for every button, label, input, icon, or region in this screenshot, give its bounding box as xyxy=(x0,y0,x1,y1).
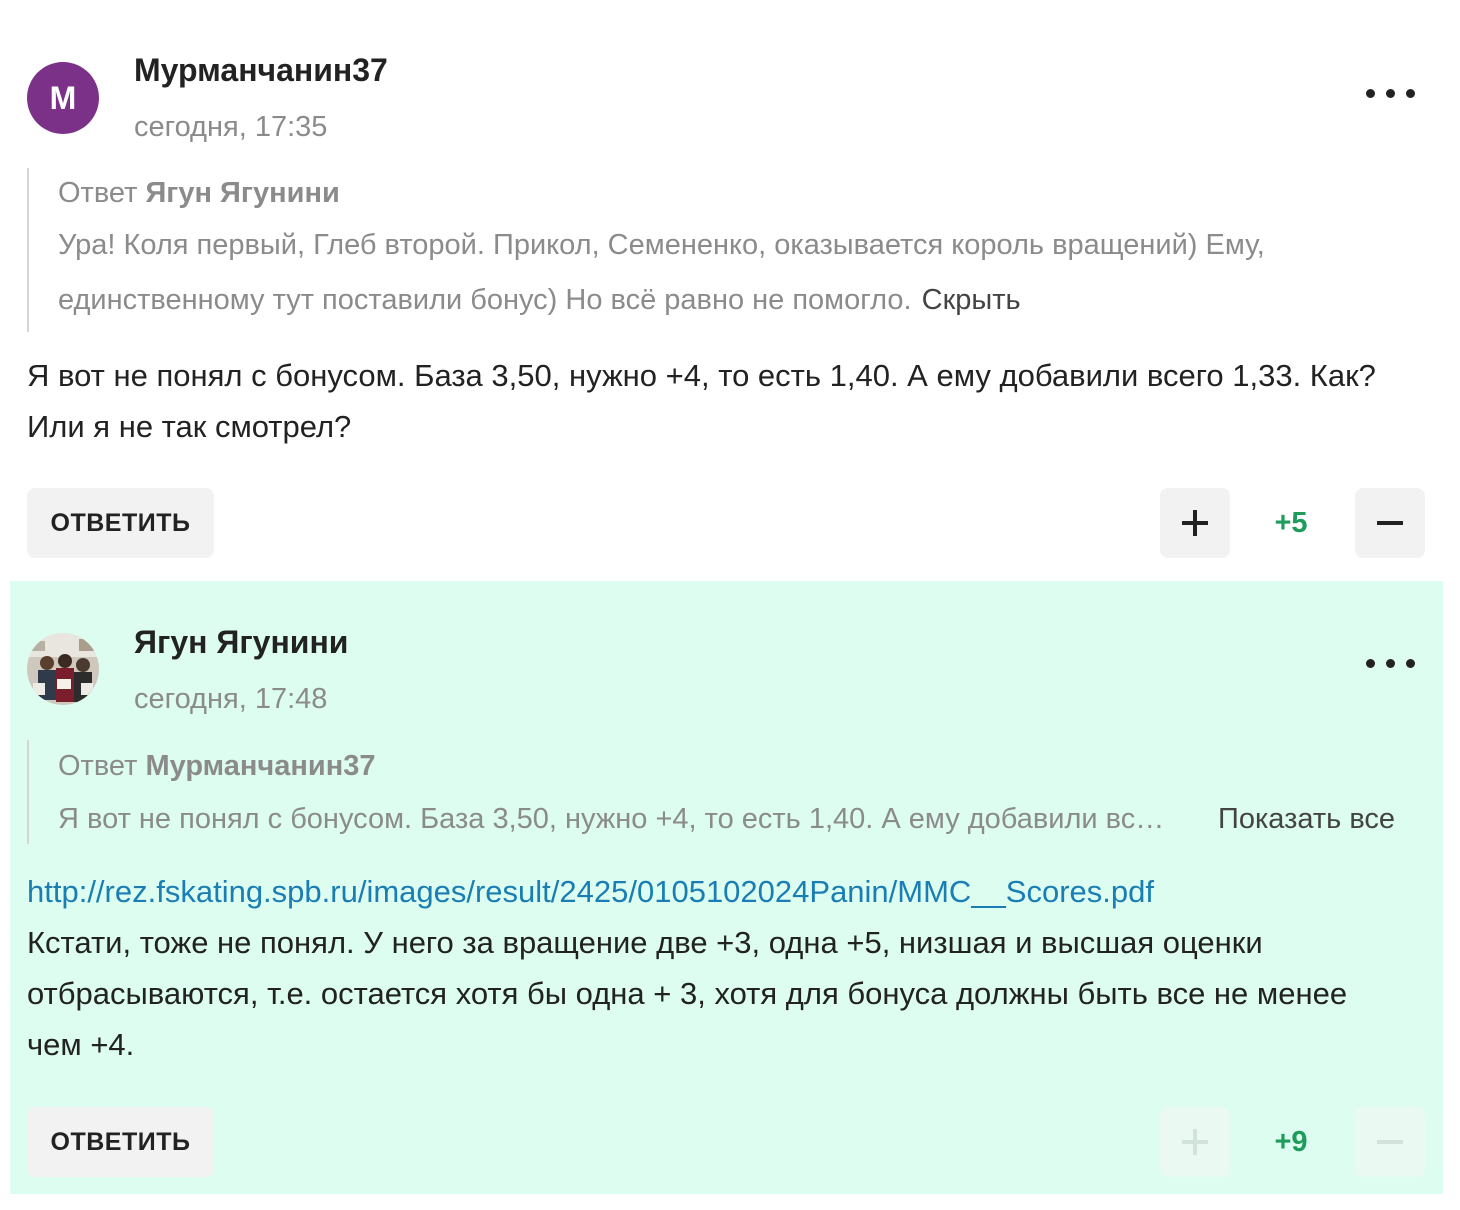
more-options-icon[interactable] xyxy=(1364,84,1416,104)
comment-text-block: http://rez.fskating.spb.ru/images/result… xyxy=(27,866,1407,1070)
quote-prefix: Ответ xyxy=(58,177,138,209)
reply-quote: Ответ Мурманчанин37 Я вот не понял с бон… xyxy=(27,740,1427,844)
more-options-icon[interactable] xyxy=(1364,654,1416,674)
vote-score: +5 xyxy=(1274,507,1308,539)
comment-author[interactable]: Ягун Ягунини xyxy=(134,624,348,661)
reply-quote: Ответ Ягун Ягунини Ура! Коля первый, Гле… xyxy=(27,168,1417,332)
hide-quote-link[interactable]: Скрыть xyxy=(922,284,1021,316)
comment-text: Я вот не понял с бонусом. База 3,50, нуж… xyxy=(27,358,1376,444)
avatar-letter: М xyxy=(49,79,77,116)
comment-date: сегодня, 17:35 xyxy=(134,111,328,143)
quote-header: Ответ Мурманчанин37 xyxy=(58,748,1427,784)
quote-text: Я вот не понял с бонусом. База 3,50, нуж… xyxy=(58,803,1180,835)
comment-author[interactable]: Мурманчанин37 xyxy=(134,52,388,89)
comment-text: Кстати, тоже не понял. У него за вращени… xyxy=(27,925,1348,1062)
avatar[interactable]: М xyxy=(27,62,99,134)
quote-text: Ура! Коля первый, Глеб второй. Прикол, С… xyxy=(58,229,1265,316)
quote-text-block: Ура! Коля первый, Глеб второй. Прикол, С… xyxy=(58,218,1417,328)
comment-date: сегодня, 17:48 xyxy=(134,683,328,715)
minus-icon xyxy=(1377,521,1403,525)
reply-button[interactable]: ОТВЕТИТЬ xyxy=(27,1107,214,1177)
pdf-link[interactable]: http://rez.fskating.spb.ru/images/result… xyxy=(27,874,1154,909)
comments-page: М Мурманчанин37 сегодня, 17:35 Ответ Ягу… xyxy=(0,0,1460,1210)
comment-highlighted: Ягун Ягунини сегодня, 17:48 Ответ Мурман… xyxy=(10,581,1443,1194)
downvote-button[interactable] xyxy=(1355,488,1425,558)
quote-author[interactable]: Ягун Ягунини xyxy=(145,177,339,209)
plus-icon xyxy=(1182,1129,1208,1155)
downvote-button[interactable] xyxy=(1355,1107,1425,1177)
quote-text-block: Я вот не понял с бонусом. База 3,50, нуж… xyxy=(58,799,1427,839)
quote-header: Ответ Ягун Ягунини xyxy=(58,175,1417,211)
reply-button[interactable]: ОТВЕТИТЬ xyxy=(27,488,214,558)
photo-avatar-icon[interactable] xyxy=(27,633,99,705)
vote-score: +9 xyxy=(1274,1126,1308,1158)
upvote-button[interactable] xyxy=(1160,1107,1230,1177)
show-all-link[interactable]: Показать все xyxy=(1218,799,1395,839)
quote-prefix: Ответ xyxy=(58,750,138,782)
quote-author[interactable]: Мурманчанин37 xyxy=(145,750,375,782)
plus-icon xyxy=(1182,510,1208,536)
upvote-button[interactable] xyxy=(1160,488,1230,558)
minus-icon xyxy=(1377,1140,1403,1144)
comment: М Мурманчанин37 сегодня, 17:35 Ответ Ягу… xyxy=(10,0,1443,578)
